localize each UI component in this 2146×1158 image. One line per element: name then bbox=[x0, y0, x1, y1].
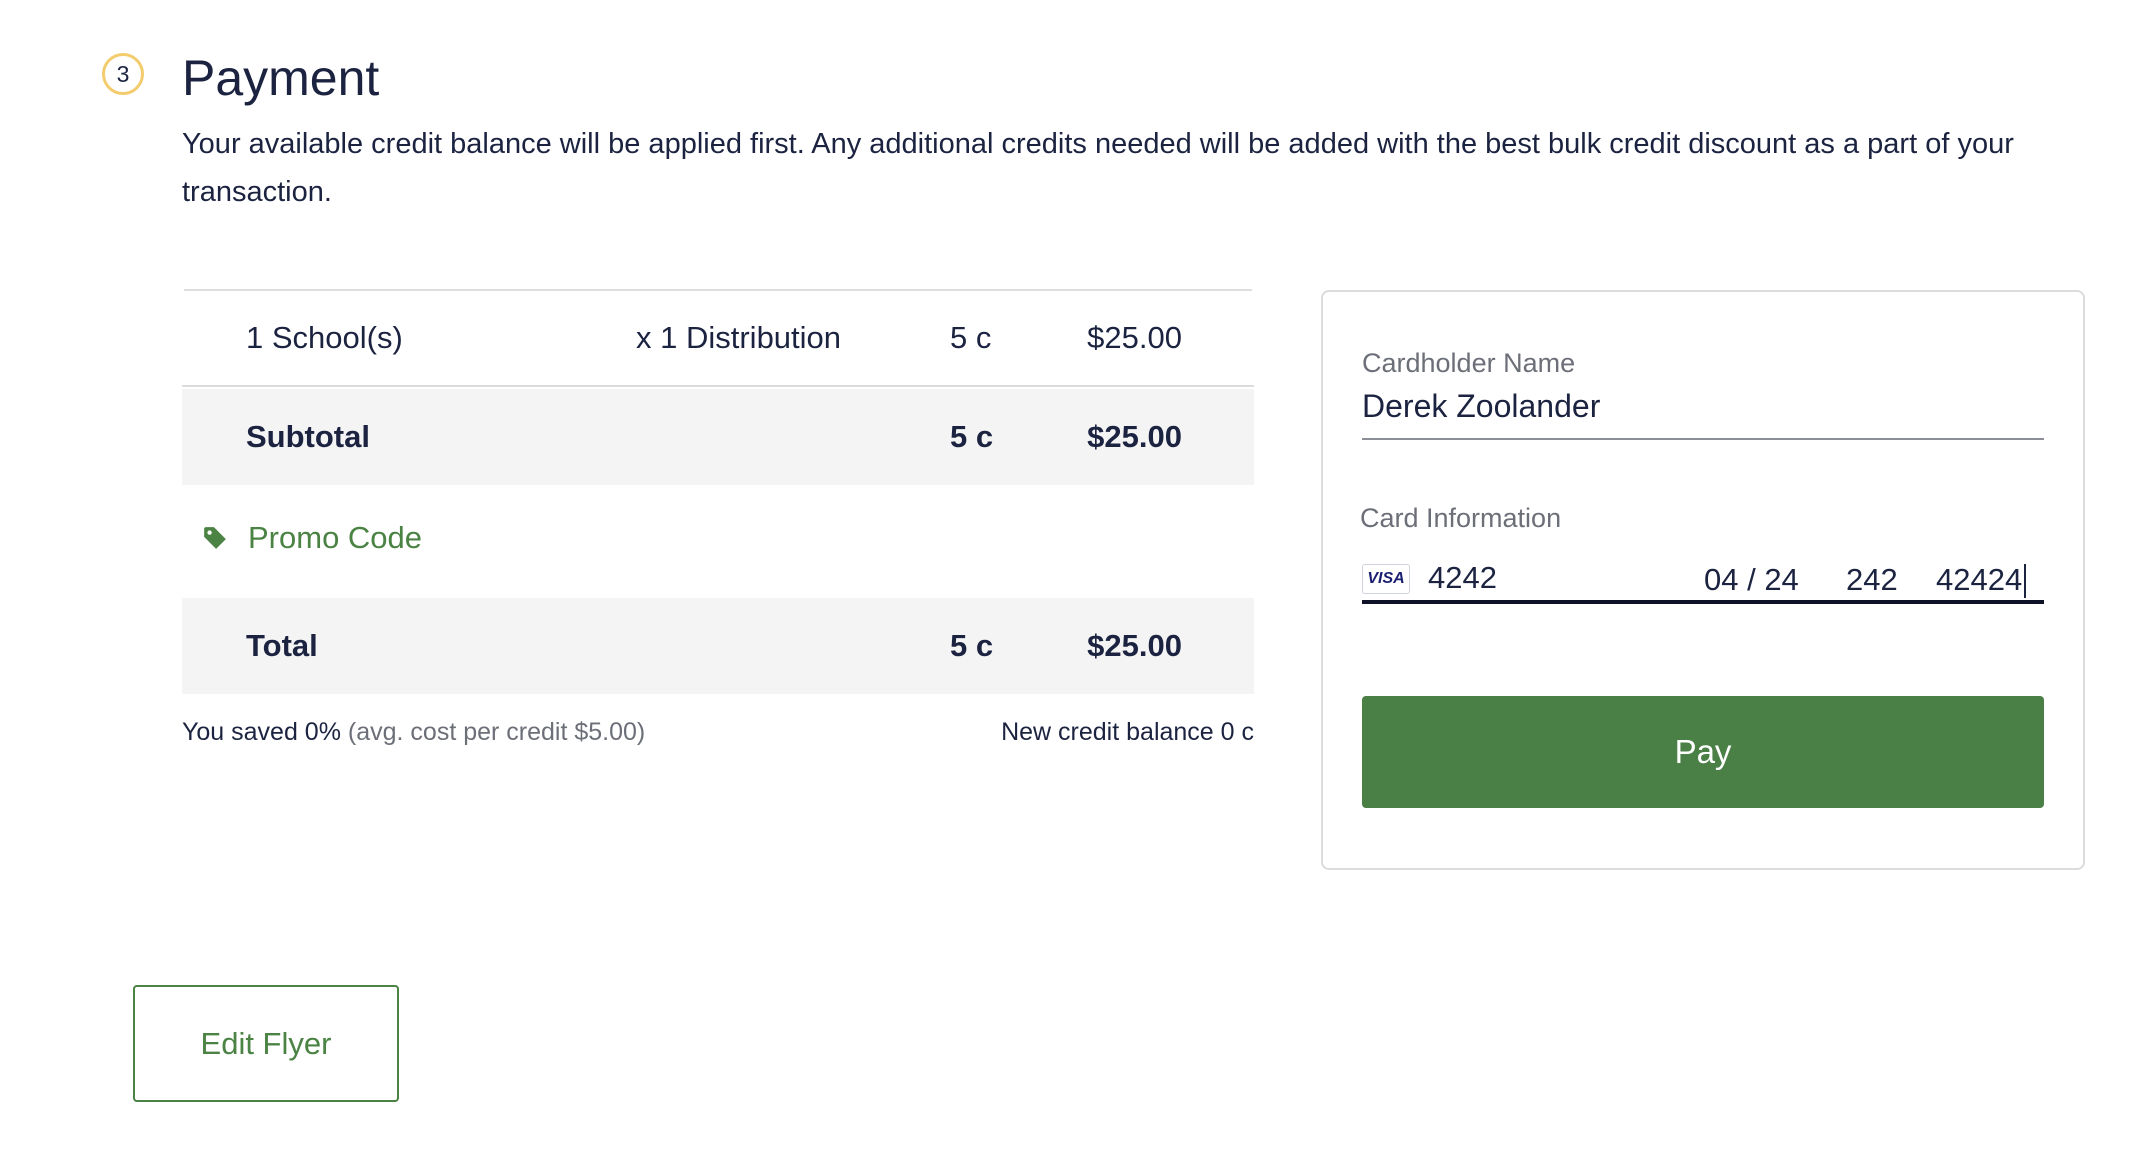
order-item-row: 1 School(s) x 1 Distribution 5 c $25.00 bbox=[182, 291, 1254, 387]
tag-icon bbox=[202, 525, 228, 551]
card-cvc-field[interactable]: 242 bbox=[1846, 562, 1898, 598]
card-information-underline bbox=[1362, 600, 2044, 604]
new-credit-balance: New credit balance 0 c bbox=[1001, 718, 1254, 746]
payment-description: Your available credit balance will be ap… bbox=[182, 128, 2014, 208]
item-multiplier: x 1 Distribution bbox=[636, 320, 842, 355]
card-information-input[interactable]: VISA 4242 04 / 24 242 42424 bbox=[1362, 558, 2044, 602]
item-name: 1 School(s) bbox=[246, 320, 403, 355]
subtotal-label: Subtotal bbox=[246, 419, 370, 454]
promo-code-link[interactable]: Promo Code bbox=[202, 520, 422, 556]
cardholder-name-input[interactable]: Derek Zoolander bbox=[1362, 388, 1600, 425]
item-price: $25.00 bbox=[1087, 320, 1182, 355]
total-credits: 5 c bbox=[950, 628, 994, 663]
total-price: $25.00 bbox=[1087, 628, 1182, 663]
total-label: Total bbox=[246, 628, 318, 663]
cardholder-name-underline bbox=[1362, 438, 2044, 440]
pay-button[interactable]: Pay bbox=[1362, 696, 2044, 808]
total-row: Total 5 c $25.00 bbox=[182, 598, 1254, 694]
text-cursor bbox=[2024, 564, 2026, 598]
subtotal-credits: 5 c bbox=[950, 419, 994, 454]
subtotal-row: Subtotal 5 c $25.00 bbox=[182, 389, 1254, 485]
step-number-badge: 3 bbox=[102, 53, 144, 95]
cardholder-name-label: Cardholder Name bbox=[1362, 348, 1576, 378]
card-expiry-field[interactable]: 04 / 24 bbox=[1704, 562, 1799, 598]
avg-cost-note: (avg. cost per credit $5.00) bbox=[347, 718, 646, 746]
savings-summary: You saved 0% (avg. cost per credit $5.00… bbox=[182, 718, 645, 747]
card-number-field[interactable]: 4242 bbox=[1428, 560, 1497, 596]
saved-percent: You saved 0% bbox=[182, 718, 341, 746]
item-credits: 5 c bbox=[950, 320, 992, 355]
subtotal-price: $25.00 bbox=[1087, 419, 1182, 454]
card-zip-field[interactable]: 42424 bbox=[1936, 562, 2022, 598]
visa-card-icon: VISA bbox=[1362, 564, 1410, 594]
page-title: Payment bbox=[182, 50, 380, 106]
edit-flyer-button[interactable]: Edit Flyer bbox=[133, 985, 399, 1102]
card-information-label: Card Information bbox=[1360, 503, 1562, 533]
promo-code-label[interactable]: Promo Code bbox=[248, 520, 422, 556]
